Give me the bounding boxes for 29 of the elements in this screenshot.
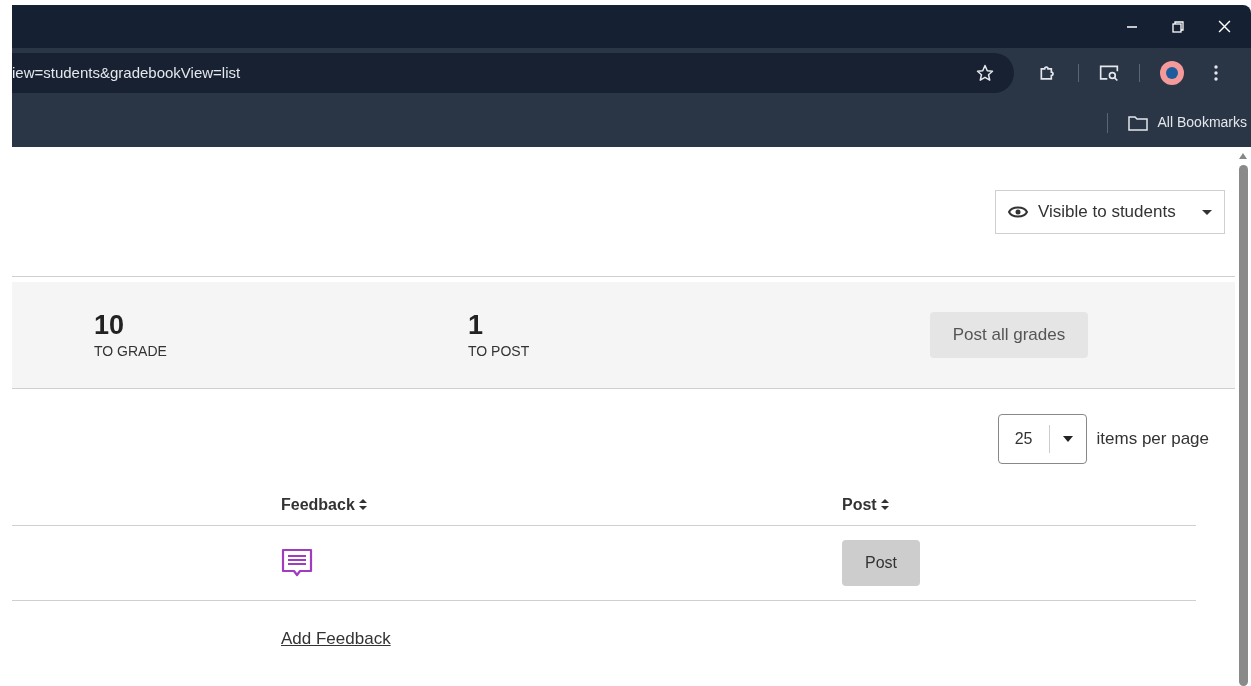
stat-value: 1 [468, 308, 485, 341]
more-options-icon[interactable] [1214, 65, 1218, 81]
sort-icon [880, 499, 889, 510]
add-feedback-link[interactable]: Add Feedback [281, 625, 391, 652]
close-icon[interactable] [1218, 20, 1231, 33]
feedback-icon[interactable] [281, 548, 313, 578]
items-per-page-select[interactable]: 25 [997, 414, 1087, 464]
items-per-page-label: items per page [1096, 428, 1209, 451]
folder-icon [1127, 114, 1148, 131]
sort-icon [358, 499, 367, 510]
post-all-grades-button[interactable]: Post all grades [930, 312, 1088, 358]
stat-label: TO GRADE [94, 341, 168, 361]
post-button[interactable]: Post [842, 540, 920, 586]
stat-label: TO POST [468, 341, 531, 361]
column-header[interactable]: Post [842, 492, 877, 517]
star-icon[interactable] [976, 64, 994, 82]
eye-icon [1008, 205, 1028, 219]
scroll-up-icon[interactable] [1239, 153, 1247, 159]
profile-avatar[interactable] [1160, 61, 1184, 85]
visibility-dropdown[interactable]: Visible to students [995, 190, 1225, 234]
address-bar[interactable]: iew=students&gradebookView=list [12, 53, 1014, 93]
stat-value: 10 [94, 308, 126, 341]
tab-search-icon[interactable] [1099, 64, 1119, 82]
restore-icon[interactable] [1172, 20, 1184, 33]
column-header[interactable]: Feedback [281, 492, 355, 517]
caret-icon [1202, 209, 1212, 215]
caret-icon [1062, 436, 1073, 442]
url-text: iew=students&gradebookView=list [12, 62, 242, 83]
all-bookmarks-button[interactable]: All Bookmarks [1127, 112, 1247, 133]
